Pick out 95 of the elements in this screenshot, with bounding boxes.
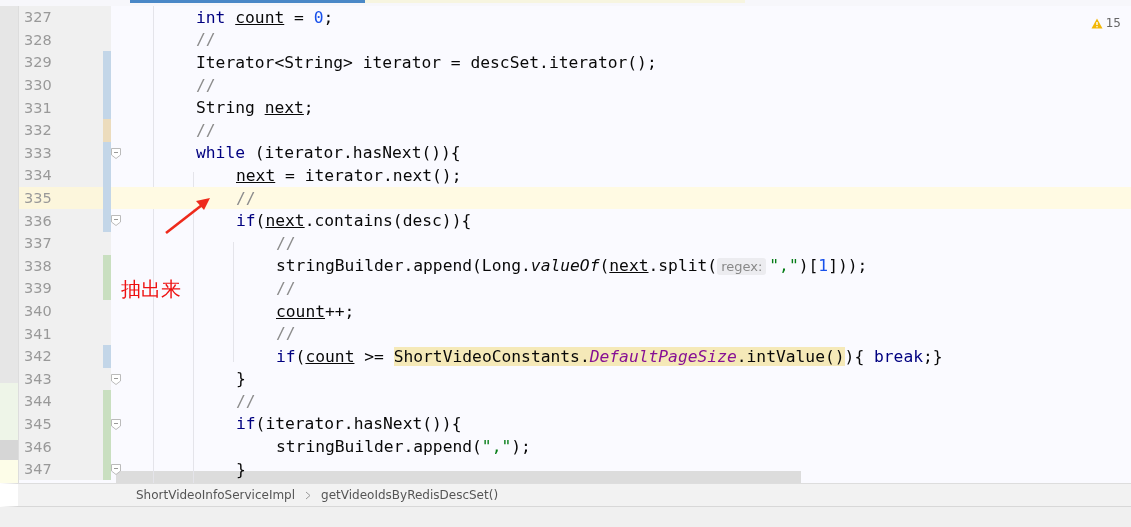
line-number: 345 [23,416,53,432]
breadcrumb-item[interactable]: ShortVideoInfoServiceImpl [136,488,296,502]
keyword-text: int [196,7,227,27]
change-marker[interactable] [103,141,111,165]
variable-name: count [276,301,325,321]
string-literal: "," [769,256,799,276]
line-number: 341 [23,325,53,342]
code-text: ( [599,256,610,276]
number-literal: 1 [818,256,829,276]
line-number: 337 [23,235,53,252]
code-text: ;} [923,346,943,366]
comment-text: // [276,324,296,344]
code-text: } [236,459,246,479]
code-text: Iterator<String> iterator = descSet.iterator(); [196,53,657,72]
change-marker[interactable] [103,209,111,232]
line-number: 346 [23,438,53,455]
comment-text: // [236,188,256,208]
change-marker[interactable] [103,254,111,278]
warning-count[interactable]: 15 [1105,16,1121,30]
change-marker[interactable] [103,390,111,413]
variable-name: next [264,98,304,118]
variable-name: next [265,211,305,231]
number-literal: 0 [313,7,324,27]
code-text: ); [511,437,531,457]
line-number: 330 [23,77,53,94]
variable-name: next [609,256,649,276]
breadcrumb-item[interactable]: getVideoIdsByRedisDescSet() [321,488,499,502]
line-number: 338 [23,257,53,274]
parameter-hint: regex: [717,258,767,276]
code-text: = [293,7,305,27]
line-number: 327 [23,9,53,26]
line-number: 331 [23,99,53,116]
change-marker[interactable] [103,344,111,368]
code-text: >= [363,346,385,366]
line-number: 333 [23,144,53,161]
method-name: valueOf [530,256,600,276]
line-number: 329 [23,54,53,71]
fold-icon[interactable] [111,418,121,430]
code-text: ++; [325,301,355,321]
fold-icon[interactable] [111,463,121,475]
code-text: } [236,369,246,389]
keyword-text: if [236,211,256,231]
comment-text: // [196,75,216,95]
code-text: (iterator.hasNext()){ [253,143,461,163]
keyword-text: if [236,414,256,434]
warning-icon[interactable] [1090,17,1103,29]
highlighted-usage: ShortVideoConstants.DefaultPageSize.intValue() [393,346,845,366]
line-number: 336 [23,212,53,229]
variable-name: next [236,165,276,185]
line-number: 332 [23,122,53,139]
keyword-text: while [196,143,245,163]
code-text: ; [323,7,334,27]
variable-name: count [305,346,355,366]
line-number: 340 [23,303,53,319]
code-text: ){ [844,346,866,366]
fold-icon[interactable] [111,373,121,385]
code-text: ( [295,346,306,366]
arrow-annotation [164,197,212,235]
line-number: 339 [23,280,53,297]
fold-icon[interactable] [111,215,121,227]
fold-icon[interactable] [111,147,121,159]
keyword-text: break [874,346,923,366]
code-text: stringBuilder.append(Long. [276,256,531,276]
line-number: 342 [23,348,53,365]
code-text: ])); [828,256,868,276]
line-number: 334 [23,167,53,184]
code-text: String [196,98,256,118]
comment-text: // [276,233,296,253]
code-text: ; [303,98,314,118]
change-marker[interactable] [103,96,111,119]
comment-text: // [236,391,256,411]
code-text: stringBuilder.append( [276,437,482,457]
code-text: )[ [798,256,819,276]
change-marker[interactable] [103,277,111,300]
keyword-text: if [276,346,296,366]
code-text: ( [255,211,266,231]
line-number: 335 [23,190,53,207]
string-literal: "," [481,437,512,457]
code-text: = iterator.next(); [284,165,462,185]
change-marker[interactable] [103,118,111,142]
variable-name: count [235,7,285,27]
comment-text: // [196,120,216,140]
line-number: 347 [23,461,53,478]
annotation-text: 抽出来 [121,277,181,302]
change-marker[interactable] [103,51,111,74]
line-number: 328 [23,31,53,48]
comment-text: // [196,30,216,50]
chevron-icon [305,490,312,500]
comment-text: // [276,278,296,298]
change-marker[interactable] [103,457,111,481]
code-text: (iterator.hasNext()){ [255,414,462,434]
code-text: .split( [648,256,718,276]
line-number: 344 [23,393,53,410]
line-number: 343 [23,370,53,387]
code-text: .contains(desc)){ [304,211,472,231]
